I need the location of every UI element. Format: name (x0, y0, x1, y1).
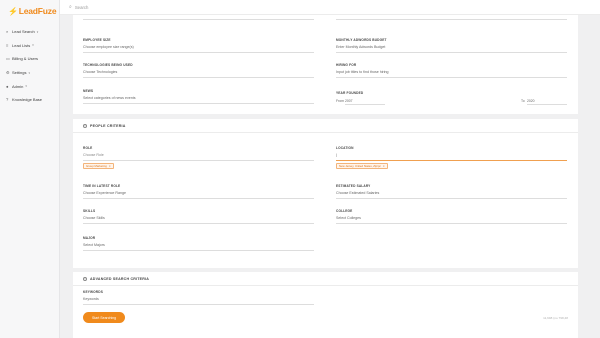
news-input[interactable]: Select categories of news events (83, 96, 314, 104)
cut-off-field-line-left (83, 19, 314, 20)
hiring-for-field: HIRING FOR Input job titles to find thos… (336, 63, 567, 78)
main-content: EMPLOYEE SIZE Choose employee size range… (73, 15, 578, 338)
role-input[interactable]: Choose Role (83, 153, 314, 161)
major-field: MAJOR Select Majors (83, 236, 314, 251)
sidebar-item-admin[interactable]: ● Admin ▾ (0, 79, 60, 93)
credits-text: 11,698 (no 798,48 (543, 316, 568, 320)
field-label: MONTHLY ADWORDS BUDGET (336, 38, 387, 42)
major-input[interactable]: Select Majors (83, 243, 314, 251)
year-from-input[interactable]: 2007 (345, 99, 353, 103)
field-label: EMPLOYEE SIZE (83, 38, 111, 42)
adwords-budget-input[interactable]: Enter Monthly Adwords Budget (336, 45, 567, 53)
sidebar-item-label: Billing & Users (12, 56, 39, 62)
location-field: LOCATION | (336, 146, 567, 161)
skills-field: SKILLS Choose Skills (83, 209, 314, 224)
sidebar-nav: ⌕ Lead Search ▾ ≡ Lead Lists ▾ ▭ Billing & Us… (0, 25, 60, 107)
sidebar-item-label: Settings (12, 70, 27, 76)
field-label: COLLEGE (336, 209, 353, 213)
chevron-down-icon: ▾ (25, 84, 27, 89)
role-tag: Group Marketing × (83, 163, 114, 169)
remove-tag-icon[interactable]: × (109, 164, 111, 168)
college-input[interactable]: Select Colleges (336, 216, 567, 224)
keywords-input[interactable]: Keywords (83, 297, 314, 305)
year-to-label: To (521, 99, 525, 103)
search-placeholder: Search (74, 4, 89, 10)
year-to-underline (527, 104, 567, 105)
sidebar: ⚡LeadFuze ⌕ Lead Search ▾ ≡ Lead Lists ▾ ▭ Bi… (0, 0, 60, 338)
sidebar-item-label: Knowledge Base (12, 97, 43, 103)
top-bar: ⌕ Search (60, 0, 600, 15)
sidebar-item-lead-lists[interactable]: ≡ Lead Lists ▾ (0, 39, 60, 53)
sidebar-item-lead-search[interactable]: ⌕ Lead Search ▾ (0, 25, 60, 39)
collapse-icon: – (83, 276, 87, 281)
people-criteria-header[interactable]: – PEOPLE CRITERIA (73, 119, 578, 133)
chevron-down-icon: ▾ (32, 43, 34, 48)
year-founded-field: YEAR FOUNDED (336, 91, 567, 95)
sidebar-item-label: Lead Lists (12, 42, 31, 48)
technologies-input[interactable]: Choose Technologies (83, 70, 314, 78)
field-label: SKILLS (83, 209, 96, 213)
skills-input[interactable]: Choose Skills (83, 216, 314, 224)
chevron-down-icon: ▾ (36, 29, 39, 34)
estimated-salary-field: ESTIMATED SALARY Choose Estimated Salari… (336, 184, 567, 199)
field-label: KEYWORDS (83, 290, 103, 294)
year-from-label: From (336, 99, 344, 103)
year-to-input[interactable]: 2020 (527, 99, 535, 103)
adwords-budget-field: MONTHLY ADWORDS BUDGET Enter Monthly Adw… (336, 38, 567, 53)
company-criteria-card: EMPLOYEE SIZE Choose employee size range… (73, 15, 578, 114)
cut-off-field-line-right (336, 19, 567, 20)
advanced-criteria-card: – ADVANCED SEARCH CRITERIA KEYWORDS Keywo… (73, 272, 578, 338)
collapse-icon: – (83, 123, 87, 128)
sidebar-item-label: Admin (12, 83, 24, 89)
field-label: LOCATION (336, 146, 354, 150)
employee-size-input[interactable]: Choose employee size range(s) (83, 45, 314, 53)
location-tag: New Jersey, United States, Zip/pc × (336, 163, 388, 169)
location-input[interactable]: | (336, 153, 567, 161)
field-label: MAJOR (83, 236, 96, 240)
search-input[interactable]: ⌕ Search (69, 4, 88, 10)
time-in-role-input[interactable]: Choose Experience Range (83, 191, 314, 199)
advanced-criteria-header[interactable]: – ADVANCED SEARCH CRITERIA (73, 272, 578, 286)
leadfuze-logo[interactable]: ⚡LeadFuze (8, 6, 57, 16)
sidebar-item-knowledge-base[interactable]: ? Knowledge Base (0, 93, 60, 107)
field-label: TECHNOLOGIES BEING USED (83, 63, 133, 67)
field-label: NEWS (83, 89, 94, 93)
news-field: NEWS Select categories of news events (83, 89, 314, 104)
chevron-down-icon: ▾ (28, 70, 30, 75)
field-label: TIME IN LATEST ROLE (83, 184, 121, 188)
people-criteria-card: – PEOPLE CRITERIA ROLE Choose Role Group … (73, 119, 578, 268)
remove-tag-icon[interactable]: × (383, 164, 385, 168)
technologies-field: TECHNOLOGIES BEING USED Choose Technolog… (83, 63, 314, 78)
employee-size-field: EMPLOYEE SIZE Choose employee size range… (83, 38, 314, 53)
role-field: ROLE Choose Role (83, 146, 314, 161)
field-label: HIRING FOR (336, 63, 357, 67)
bolt-icon: ⚡ (8, 7, 18, 16)
search-icon: ⌕ (69, 4, 72, 10)
field-label: ESTIMATED SALARY (336, 184, 371, 188)
estimated-salary-input[interactable]: Choose Estimated Salaries (336, 191, 567, 199)
field-label: YEAR FOUNDED (336, 91, 364, 95)
field-label: ROLE (83, 146, 93, 150)
hiring-for-input[interactable]: Input job titles to find those hiring (336, 70, 567, 78)
college-field: COLLEGE Select Colleges (336, 209, 567, 224)
sidebar-item-label: Lead Search (12, 29, 35, 35)
start-searching-button[interactable]: Start Searching (83, 312, 125, 323)
keywords-field: KEYWORDS Keywords (83, 290, 314, 305)
year-from-underline (345, 104, 385, 105)
time-in-role-field: TIME IN LATEST ROLE Choose Experience Ra… (83, 184, 314, 199)
sidebar-item-settings[interactable]: ⚙ Settings ▾ (0, 66, 60, 80)
sidebar-item-billing-users[interactable]: ▭ Billing & Users (0, 52, 60, 66)
